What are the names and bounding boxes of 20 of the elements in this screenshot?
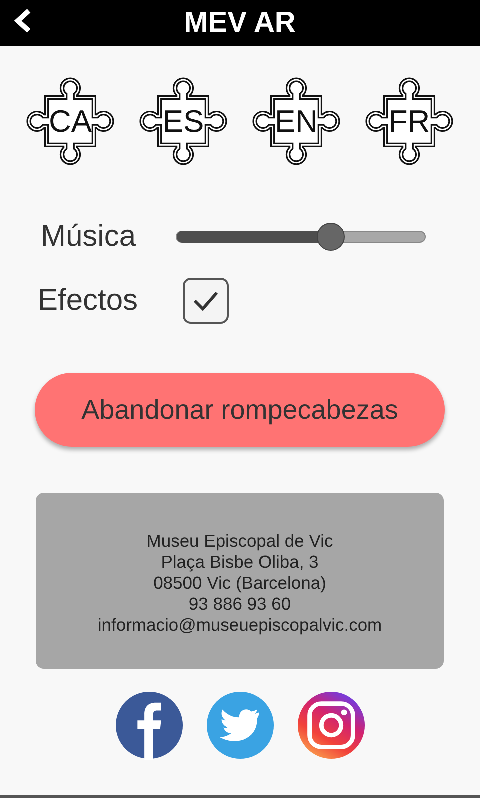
volume-slider[interactable] — [176, 223, 426, 251]
checkbox[interactable] — [183, 278, 229, 324]
contact-text: 93 886 93 60 — [188, 594, 292, 614]
language-button[interactable]: EN — [245, 70, 348, 173]
contact-text: Plaça Bisbe Oliba, 3 — [161, 552, 319, 572]
facebook-icon[interactable] — [114, 691, 184, 760]
app-title: MEV AR — [184, 6, 296, 40]
language-button[interactable]: ES — [132, 70, 235, 173]
abandon-button[interactable]: Abandonar rompecabezas — [35, 373, 445, 447]
checkmark-icon — [191, 289, 221, 313]
camera-icon[interactable] — [296, 691, 366, 760]
language-button[interactable]: CA — [19, 70, 122, 173]
contact-text: Museu Episcopal de Vic — [146, 530, 334, 552]
contact-text: informacio@museuepiscopalvic.com — [98, 614, 382, 636]
language-button[interactable]: FR — [358, 70, 461, 173]
contact-text: 08500 Vic (Barcelona) — [154, 572, 326, 594]
setting-label: Música — [40, 220, 138, 254]
slider-thumb[interactable] — [317, 223, 345, 251]
bird-icon[interactable] — [206, 691, 274, 760]
setting-label: Efectos — [38, 284, 140, 318]
